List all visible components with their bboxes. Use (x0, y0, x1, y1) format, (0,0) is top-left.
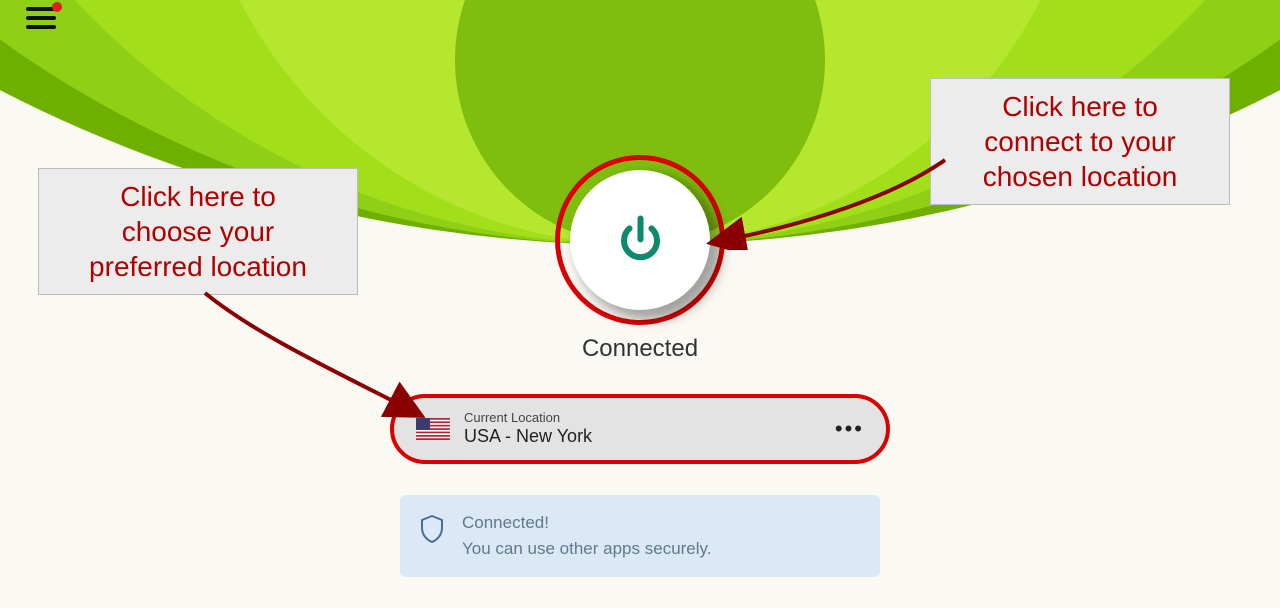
connect-button-annotation-ring (555, 155, 725, 325)
location-more-button[interactable]: ••• (831, 412, 868, 446)
hamburger-icon (26, 25, 56, 29)
annotation-text-line: Click here to (951, 89, 1209, 124)
shield-icon (420, 515, 444, 543)
annotation-text-line: preferred location (59, 249, 337, 284)
annotation-text-line: choose your (59, 214, 337, 249)
app-root: Connected Current Location USA - New Yor… (0, 0, 1280, 608)
status-title: Connected! (462, 513, 712, 533)
annotation-callout-location: Click here to choose your preferred loca… (38, 168, 358, 295)
location-texts: Current Location USA - New York (464, 411, 831, 447)
status-texts: Connected! You can use other apps secure… (462, 513, 712, 559)
hamburger-icon (26, 16, 56, 20)
location-selector-button[interactable]: Current Location USA - New York ••• (390, 394, 890, 464)
annotation-text-line: connect to your (951, 124, 1209, 159)
annotation-text-line: Click here to (59, 179, 337, 214)
status-banner: Connected! You can use other apps secure… (400, 495, 880, 577)
location-label: Current Location (464, 411, 831, 426)
annotation-text-line: chosen location (951, 159, 1209, 194)
connection-status-label: Connected (582, 335, 698, 363)
flag-us-icon (416, 418, 450, 440)
notification-dot-icon (52, 2, 62, 12)
location-value: USA - New York (464, 426, 831, 447)
power-icon (613, 213, 668, 268)
menu-button[interactable] (26, 7, 56, 29)
annotation-callout-connect: Click here to connect to your chosen loc… (930, 78, 1230, 205)
status-subtitle: You can use other apps securely. (462, 539, 712, 559)
connect-button[interactable] (570, 170, 710, 310)
